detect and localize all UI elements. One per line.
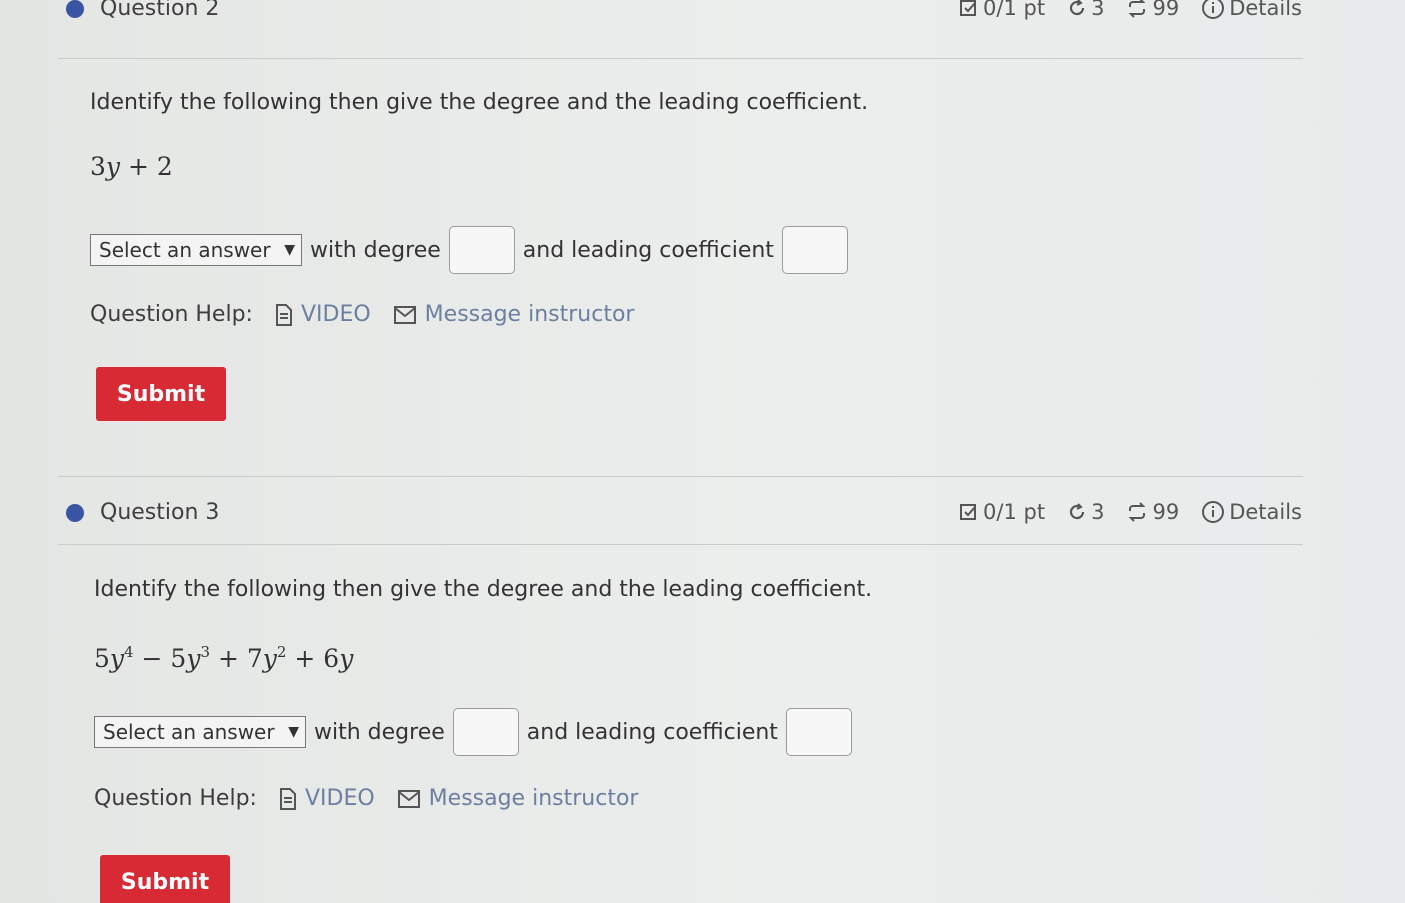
question3-type-select[interactable]: Select an answer ▼: [94, 716, 306, 748]
question2-coefficient-label: and leading coefficient: [522, 237, 774, 263]
question3-tries: 99: [1126, 500, 1179, 524]
chevron-down-icon: ▼: [288, 724, 299, 740]
question2-help-row: Question Help: VIDEO Message instructor: [90, 302, 634, 327]
mail-icon: [393, 305, 416, 324]
edit-check-icon: [960, 504, 977, 520]
question2-attempts-text: 3: [1091, 0, 1105, 20]
question3-expression: 5y4 − 5y3 + 7y2 + 6y: [94, 643, 354, 673]
question2-attempts: 3: [1067, 0, 1104, 20]
question2-message-text: Message instructor: [424, 302, 635, 327]
question3-select-text: Select an answer: [103, 720, 275, 744]
question2-details-link[interactable]: Details: [1201, 0, 1302, 20]
question3-help-label: Question Help:: [94, 786, 257, 811]
question3-header: Question 3 0/1 pt 3 99 Details: [62, 492, 1302, 536]
question2-points-text: 0/1 pt: [983, 0, 1046, 20]
question2-answer-row: Select an answer ▼ with degree and leadi…: [90, 226, 848, 274]
question2-tries-text: 99: [1152, 0, 1180, 20]
question3-message-link[interactable]: Message instructor: [397, 786, 639, 811]
question3-degree-label: with degree: [314, 719, 445, 745]
page: Question 2 0/1 pt 3 99 Details Identify …: [0, 0, 1405, 903]
question3-prompt: Identify the following then give the deg…: [94, 577, 873, 602]
retry-icon: [1070, 503, 1085, 520]
question3-coefficient-input[interactable]: [785, 708, 852, 756]
question2-message-link[interactable]: Message instructor: [393, 302, 635, 327]
info-icon: [1202, 501, 1225, 523]
question3-bullet-icon: [66, 503, 84, 522]
document-icon: [275, 303, 292, 326]
loop-icon: [1129, 0, 1146, 18]
question3-answer-row: Select an answer ▼ with degree and leadi…: [94, 708, 852, 756]
question2-video-text: VIDEO: [300, 302, 371, 327]
question2-degree-input[interactable]: [448, 226, 515, 274]
question2-degree-label: with degree: [310, 237, 441, 263]
question3-points-text: 0/1 pt: [983, 500, 1046, 524]
question3-tries-text: 99: [1152, 500, 1180, 524]
question3-attempts: 3: [1067, 500, 1104, 524]
question-divider: [58, 476, 1303, 477]
question3-help-row: Question Help: VIDEO Message instructor: [94, 786, 638, 811]
question3-meta: 0/1 pt 3 99 Details: [959, 500, 1302, 524]
question2-tries: 99: [1126, 0, 1179, 20]
question3-coefficient-label: and leading coefficient: [526, 719, 778, 745]
question3-attempts-text: 3: [1091, 500, 1105, 524]
question3-header-divider: [58, 544, 1303, 545]
question3-video-link[interactable]: VIDEO: [279, 786, 375, 811]
question2-meta: 0/1 pt 3 99 Details: [959, 0, 1302, 20]
question3-title-text: Question 3: [100, 500, 220, 525]
question3-details-text: Details: [1229, 500, 1302, 524]
chevron-down-icon: ▼: [284, 242, 295, 258]
question3-message-text: Message instructor: [428, 786, 639, 811]
question2-coefficient-input[interactable]: [781, 226, 848, 274]
info-icon: [1202, 0, 1225, 19]
edit-check-icon: [960, 0, 977, 16]
question2-details-text: Details: [1229, 0, 1302, 20]
question3-title: Question 3: [66, 500, 219, 525]
question3-points: 0/1 pt: [959, 500, 1045, 524]
question3-video-text: VIDEO: [304, 786, 375, 811]
question3-degree-input[interactable]: [452, 708, 519, 756]
document-icon: [279, 787, 296, 810]
retry-icon: [1070, 0, 1085, 16]
question2-type-select[interactable]: Select an answer ▼: [90, 234, 302, 266]
question2-expression: 3y + 2: [90, 152, 173, 181]
question2-header: Question 2 0/1 pt 3 99 Details: [62, 0, 1302, 32]
question2-points: 0/1 pt: [959, 0, 1045, 20]
mail-icon: [397, 789, 420, 808]
question3-details-link[interactable]: Details: [1201, 500, 1302, 524]
question2-video-link[interactable]: VIDEO: [275, 302, 371, 327]
question3-submit-button[interactable]: Submit: [100, 855, 230, 903]
question2-header-divider: [58, 58, 1303, 59]
question2-help-label: Question Help:: [90, 302, 253, 327]
question2-prompt: Identify the following then give the deg…: [90, 90, 869, 115]
question2-bullet-icon: [66, 0, 84, 18]
loop-icon: [1129, 502, 1146, 522]
question2-title-text: Question 2: [100, 0, 220, 21]
question2-submit-button[interactable]: Submit: [96, 367, 226, 421]
question2-title: Question 2: [66, 0, 219, 21]
question2-select-text: Select an answer: [99, 238, 271, 262]
